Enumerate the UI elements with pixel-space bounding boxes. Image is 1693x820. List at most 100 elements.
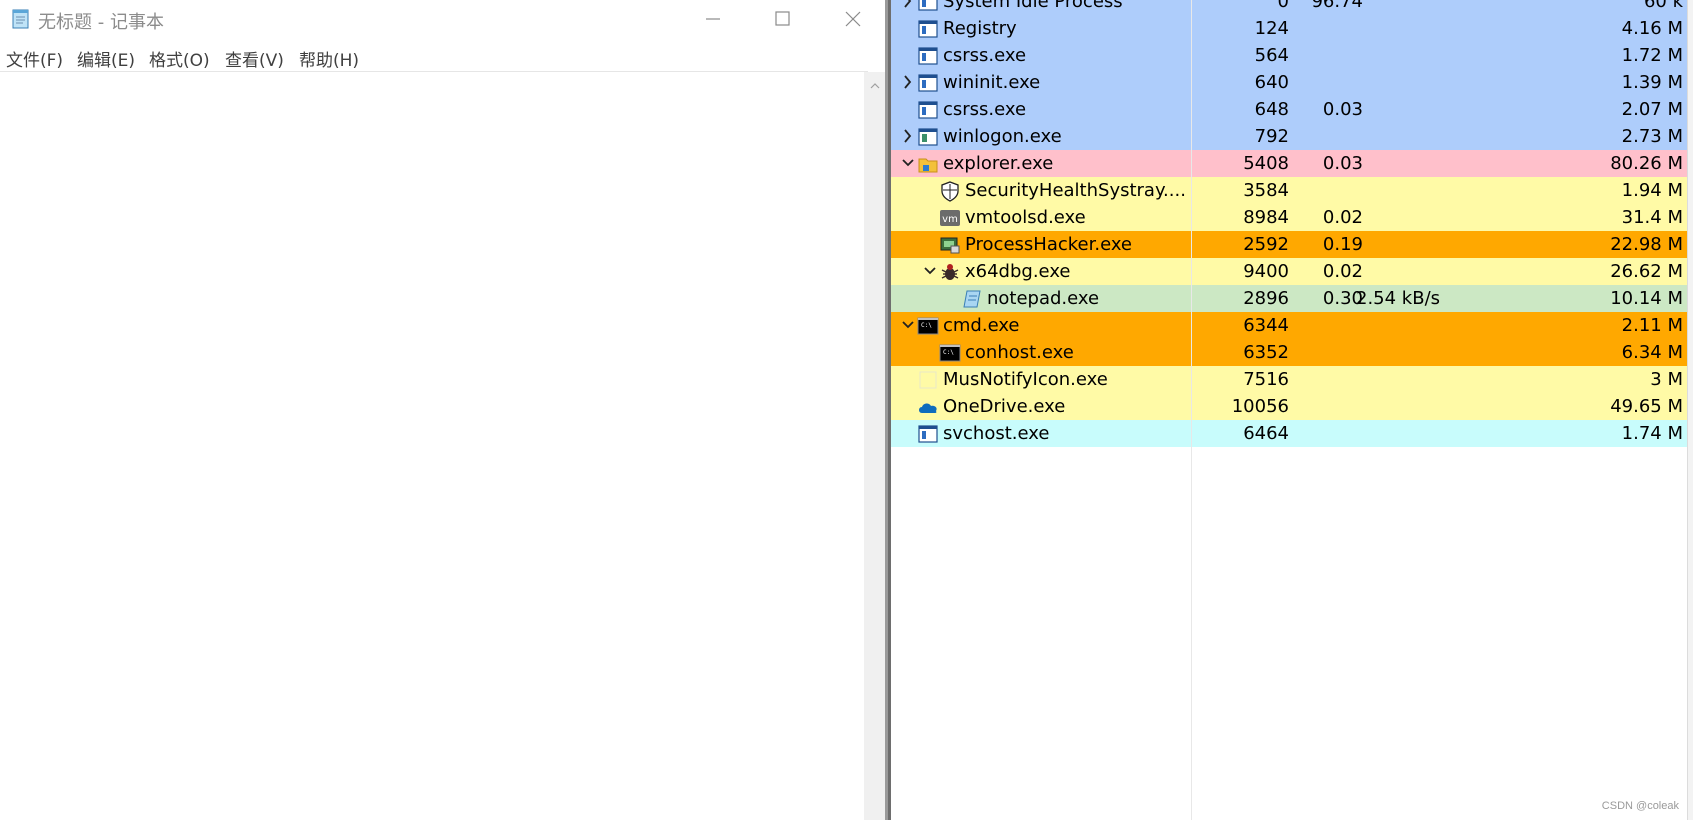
process-row[interactable]: vm vmtoolsd.exe 8984 0.02 31.4 M [891,204,1687,231]
expand-chevron-icon[interactable] [901,128,915,144]
minimize-button[interactable] [690,0,736,38]
window-icon [918,0,938,11]
menu-help[interactable]: 帮助(H) [299,46,359,71]
process-pid: 792 [1254,126,1289,147]
process-name: Registry [943,18,1017,39]
process-pid: 6352 [1243,342,1289,363]
menu-format[interactable]: 格式(O) [149,46,210,71]
process-private-bytes: 2.07 M [1621,99,1683,120]
process-private-bytes: 2.11 M [1621,315,1683,336]
process-row[interactable]: Registry 124 4.16 M [891,15,1687,42]
process-private-bytes: 22.98 M [1610,234,1683,255]
process-pid: 564 [1254,45,1289,66]
console-icon: C:\ [939,344,961,362]
process-row[interactable]: MusNotifyIcon.exe 7516 3 M [891,366,1687,393]
watermark: CSDN @coleak [1601,800,1679,812]
window-icon [918,101,938,119]
process-row[interactable]: explorer.exe 5408 0.03 80.26 M [891,150,1687,177]
process-private-bytes: 1.74 M [1621,423,1683,444]
process-private-bytes: 31.4 M [1621,207,1683,228]
process-cpu: 96.74 [1311,0,1363,12]
window-icon [918,47,938,65]
process-pid: 10056 [1231,396,1289,417]
collapse-chevron-icon[interactable] [923,263,937,279]
process-io-rate: 2.54 kB/s [1356,288,1441,309]
process-cpu: 0.02 [1322,261,1363,282]
menu-bar: 文件(F) 编辑(E) 格式(O) 查看(V) 帮助(H) [0,40,880,71]
process-private-bytes: 1.94 M [1621,180,1683,201]
cloud-icon [919,403,937,413]
process-name: SecurityHealthSystray.... [965,180,1186,201]
process-private-bytes: 60 k [1643,0,1683,12]
process-cpu: 0.03 [1322,153,1363,174]
process-row[interactable]: winlogon.exe 792 2.73 M [891,123,1687,150]
process-row[interactable]: C:\ cmd.exe 6344 2.11 M [891,312,1687,339]
process-private-bytes: 10.14 M [1610,288,1683,309]
window-icon [918,74,938,92]
process-name: x64dbg.exe [965,261,1071,282]
process-tree-panel: System Idle Process 0 96.74 60 k Registry 124… [891,0,1693,820]
vm-icon: vm [940,210,960,226]
maximize-button[interactable] [760,0,806,38]
process-row[interactable]: ProcessHacker.exe 2592 0.19 22.98 M [891,231,1687,258]
svg-text:C:\: C:\ [921,322,932,329]
window-icon [918,425,938,443]
process-name: explorer.exe [943,153,1054,174]
process-pid: 5408 [1243,153,1289,174]
process-private-bytes: 4.16 M [1621,18,1683,39]
process-row[interactable]: SecurityHealthSystray.... 3584 1.94 M [891,177,1687,204]
expand-chevron-icon[interactable] [901,0,915,9]
process-row[interactable]: OneDrive.exe 10056 49.65 M [891,393,1687,420]
close-button[interactable] [830,0,876,38]
svg-text:vm: vm [942,214,958,225]
scroll-up-arrow-icon[interactable] [869,80,881,92]
process-pid: 9400 [1243,261,1289,282]
blank-icon [919,371,937,389]
process-cpu: 0.02 [1322,207,1363,228]
process-row[interactable]: svchost.exe 6464 1.74 M [891,420,1687,447]
process-name: MusNotifyIcon.exe [943,369,1108,390]
process-row[interactable]: wininit.exe 640 1.39 M [891,69,1687,96]
process-name: vmtoolsd.exe [965,207,1086,228]
process-private-bytes: 1.39 M [1621,72,1683,93]
process-name: System Idle Process [943,0,1123,12]
bug-icon [941,264,959,280]
process-private-bytes: 1.72 M [1621,45,1683,66]
process-cpu: 0.30 [1322,288,1363,309]
process-row[interactable]: C:\ conhost.exe 6352 6.34 M [891,339,1687,366]
process-row[interactable]: csrss.exe 648 0.03 2.07 M [891,96,1687,123]
notepad-app-icon [12,9,29,29]
process-private-bytes: 26.62 M [1610,261,1683,282]
process-pid: 6464 [1243,423,1289,444]
menu-view[interactable]: 查看(V) [225,46,284,71]
menu-edit[interactable]: 编辑(E) [77,46,135,71]
menu-file[interactable]: 文件(F) [6,46,63,71]
process-pid: 648 [1254,99,1289,120]
process-private-bytes: 2.73 M [1621,126,1683,147]
process-private-bytes: 80.26 M [1610,153,1683,174]
expand-chevron-icon[interactable] [901,74,915,90]
folder-icon [918,158,938,173]
title-bar[interactable]: 无标题 - 记事本 [0,0,880,38]
process-row[interactable]: csrss.exe 564 1.72 M [891,42,1687,69]
window-title: 无标题 - 记事本 [38,12,164,33]
collapse-chevron-icon[interactable] [901,317,915,333]
process-pid: 0 [1277,0,1289,12]
shield-icon [941,181,959,202]
process-pid: 6344 [1243,315,1289,336]
notepad-window: 无标题 - 记事本 文件(F) 编辑(E) 格式(O) 查看(V) 帮助(H) [0,0,885,820]
text-editor-area[interactable] [0,72,864,820]
console-icon: C:\ [917,317,939,335]
process-row[interactable]: System Idle Process 0 96.74 60 k [891,0,1687,15]
process-name: ProcessHacker.exe [965,234,1133,255]
process-cpu: 0.19 [1322,234,1363,255]
process-pid: 2896 [1243,288,1289,309]
collapse-chevron-icon[interactable] [901,155,915,171]
process-row[interactable]: notepad.exe 2896 0.30 2.54 kB/s 10.14 M [891,285,1687,312]
vertical-scrollbar[interactable] [864,72,885,820]
process-row[interactable]: x64dbg.exe 9400 0.02 26.62 M [891,258,1687,285]
process-pid: 2592 [1243,234,1289,255]
winlogon-icon [918,128,938,146]
window-icon [918,20,938,38]
process-private-bytes: 6.34 M [1621,342,1683,363]
